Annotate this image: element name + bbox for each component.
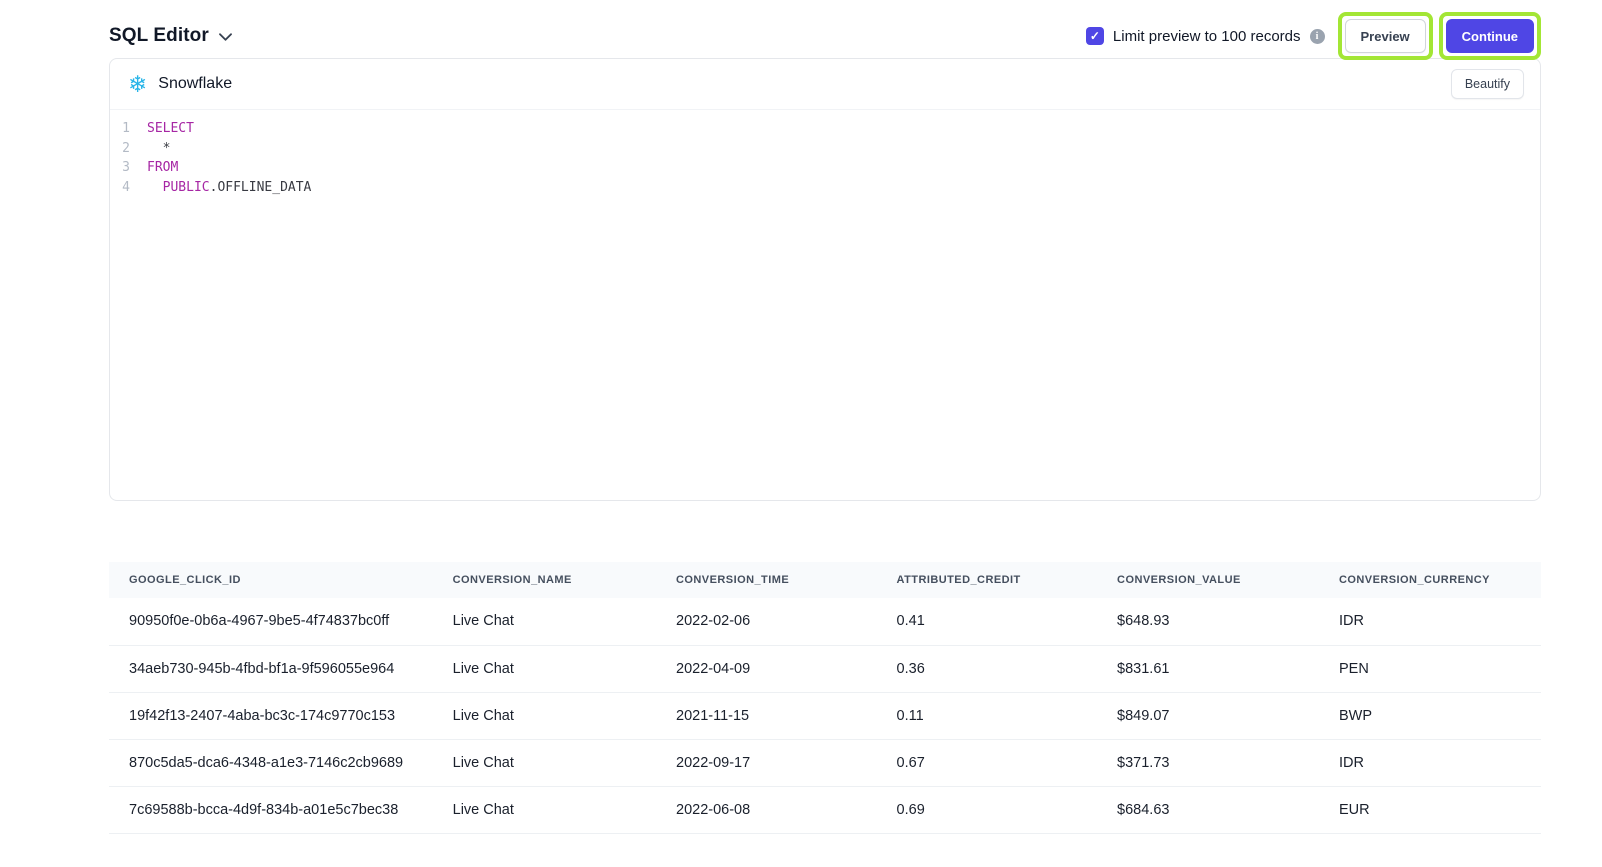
topbar: SQL Editor ✓ Limit preview to 100 record…	[109, 0, 1541, 58]
cell-conversion-currency: IDR	[1319, 598, 1541, 645]
cell-conversion-value: $684.63	[1097, 786, 1319, 833]
cell-conversion-time: 2022-06-08	[656, 786, 877, 833]
code-line: 2 *	[110, 139, 1540, 159]
column-header: ATTRIBUTED_CREDIT	[877, 562, 1098, 598]
cell-conversion-value: $371.73	[1097, 739, 1319, 786]
cell-attributed-credit: 0.41	[877, 598, 1098, 645]
page: SQL Editor ✓ Limit preview to 100 record…	[109, 0, 1541, 834]
column-header: CONVERSION_VALUE	[1097, 562, 1319, 598]
beautify-button[interactable]: Beautify	[1451, 69, 1524, 99]
line-number: 2	[110, 139, 130, 159]
cell-conversion-currency: PEN	[1319, 645, 1541, 692]
sql-text: *	[163, 139, 171, 159]
cell-conversion-name: Live Chat	[433, 645, 656, 692]
cell-attributed-credit: 0.11	[877, 692, 1098, 739]
preview-button[interactable]: Preview	[1345, 19, 1426, 53]
cell-attributed-credit: 0.36	[877, 645, 1098, 692]
cell-conversion-value: $849.07	[1097, 692, 1319, 739]
table-row: 7c69588b-bcca-4d9f-834b-a01e5c7bec38 Liv…	[109, 786, 1541, 833]
table-header-row: GOOGLE_CLICK_ID CONVERSION_NAME CONVERSI…	[109, 562, 1541, 598]
chevron-down-icon[interactable]	[219, 33, 232, 41]
sql-keyword: PUBLIC	[163, 178, 210, 198]
page-title: SQL Editor	[109, 25, 209, 47]
code-line: 1 SELECT	[110, 119, 1540, 139]
top-actions: ✓ Limit preview to 100 records i Preview…	[1086, 12, 1541, 60]
sql-keyword: FROM	[147, 158, 178, 178]
sql-text: .OFFLINE_DATA	[210, 178, 312, 198]
cell-conversion-time: 2021-11-15	[656, 692, 877, 739]
sql-keyword: SELECT	[147, 119, 194, 139]
cell-conversion-value: $831.61	[1097, 645, 1319, 692]
column-header: CONVERSION_CURRENCY	[1319, 562, 1541, 598]
table-row: 870c5da5-dca6-4348-a1e3-7146c2cb9689 Liv…	[109, 739, 1541, 786]
continue-button[interactable]: Continue	[1446, 19, 1534, 53]
table-row: 90950f0e-0b6a-4967-9be5-4f74837bc0ff Liv…	[109, 598, 1541, 645]
cell-conversion-currency: IDR	[1319, 739, 1541, 786]
cell-conversion-time: 2022-09-17	[656, 739, 877, 786]
cell-conversion-time: 2022-02-06	[656, 598, 877, 645]
sql-editor-card: ❄ Snowflake Beautify 1 SELECT 2 * 3 FR	[109, 58, 1541, 501]
cell-conversion-name: Live Chat	[433, 598, 656, 645]
cell-conversion-time: 2022-04-09	[656, 645, 877, 692]
line-number: 3	[110, 158, 130, 178]
cell-attributed-credit: 0.69	[877, 786, 1098, 833]
cell-google-click-id: 19f42f13-2407-4aba-bc3c-174c9770c153	[109, 692, 433, 739]
column-header: CONVERSION_TIME	[656, 562, 877, 598]
cell-google-click-id: 870c5da5-dca6-4348-a1e3-7146c2cb9689	[109, 739, 433, 786]
page-title-group[interactable]: SQL Editor	[109, 25, 232, 47]
source-connector: ❄ Snowflake	[128, 73, 232, 96]
cell-conversion-currency: BWP	[1319, 692, 1541, 739]
source-name: Snowflake	[158, 75, 232, 93]
cell-conversion-value: $648.93	[1097, 598, 1319, 645]
editor-header: ❄ Snowflake Beautify	[110, 59, 1540, 110]
table-row: 34aeb730-945b-4fbd-bf1a-9f596055e964 Liv…	[109, 645, 1541, 692]
limit-label: Limit preview to 100 records	[1113, 28, 1301, 45]
cell-google-click-id: 90950f0e-0b6a-4967-9be5-4f74837bc0ff	[109, 598, 433, 645]
cell-google-click-id: 7c69588b-bcca-4d9f-834b-a01e5c7bec38	[109, 786, 433, 833]
code-line: 4 PUBLIC .OFFLINE_DATA	[110, 178, 1540, 198]
limit-preview-toggle[interactable]: ✓ Limit preview to 100 records i	[1086, 27, 1325, 45]
line-number: 1	[110, 119, 130, 139]
snowflake-icon: ❄	[128, 73, 147, 96]
code-editor[interactable]: 1 SELECT 2 * 3 FROM 4 PUBLIC	[110, 110, 1540, 500]
cell-conversion-name: Live Chat	[433, 692, 656, 739]
preview-highlight-box: Preview	[1338, 12, 1433, 60]
cell-conversion-currency: EUR	[1319, 786, 1541, 833]
table-row: 19f42f13-2407-4aba-bc3c-174c9770c153 Liv…	[109, 692, 1541, 739]
cell-conversion-name: Live Chat	[433, 739, 656, 786]
continue-highlight-box: Continue	[1439, 12, 1541, 60]
code-line: 3 FROM	[110, 158, 1540, 178]
cell-conversion-name: Live Chat	[433, 786, 656, 833]
cell-google-click-id: 34aeb730-945b-4fbd-bf1a-9f596055e964	[109, 645, 433, 692]
line-number: 4	[110, 178, 130, 198]
limit-checkbox[interactable]: ✓	[1086, 27, 1104, 45]
column-header: CONVERSION_NAME	[433, 562, 656, 598]
cell-attributed-credit: 0.67	[877, 739, 1098, 786]
column-header: GOOGLE_CLICK_ID	[109, 562, 433, 598]
info-icon[interactable]: i	[1310, 29, 1325, 44]
results-table: GOOGLE_CLICK_ID CONVERSION_NAME CONVERSI…	[109, 562, 1541, 834]
